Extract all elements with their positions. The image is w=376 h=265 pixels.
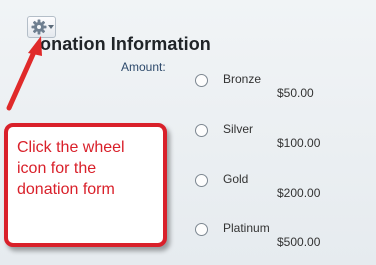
pointer-arrow [6, 36, 42, 111]
